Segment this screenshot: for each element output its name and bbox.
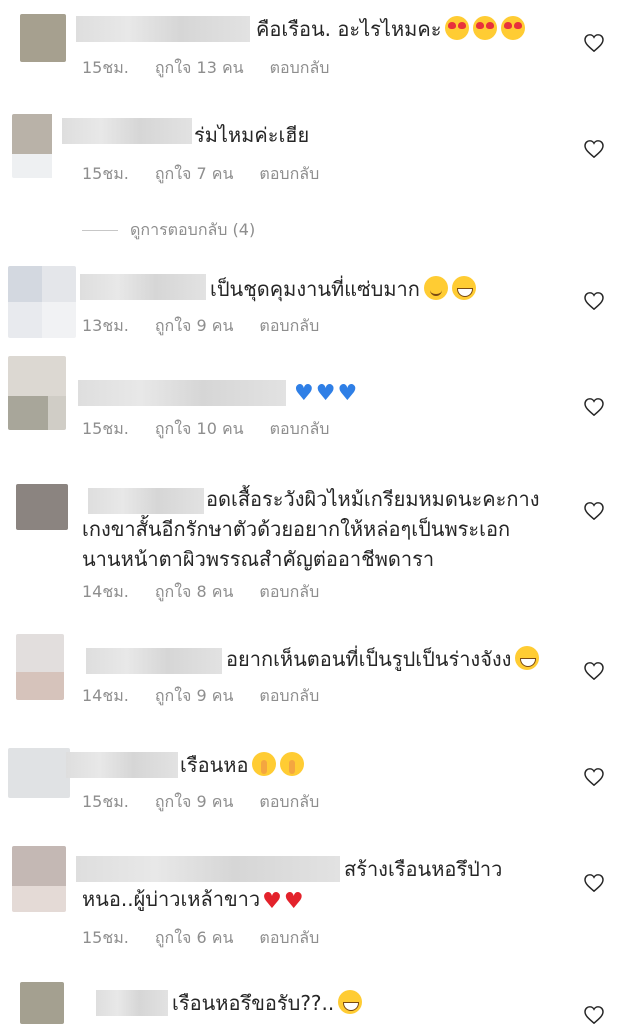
reply-button[interactable]: ตอบกลับ [259,164,319,183]
grin-emoji [338,990,363,1014]
comment-text: ♥♥♥ [292,376,357,409]
comment-time: 15ชม. [82,419,129,438]
comment-text: อยากเห็นตอนที่เป็นรูปเป็นร่างจังง [226,644,540,674]
redacted-username [76,16,250,42]
comment-likes[interactable]: ถูกใจ 10 คน [155,419,244,438]
shushing-emoji [252,752,277,776]
avatar[interactable] [8,356,66,430]
avatar[interactable] [16,634,64,700]
heart-outline-icon[interactable] [584,502,604,521]
comment-meta: 14ชม. ถูกใจ 9 คน ตอบกลับ [82,684,345,709]
comment-time: 15ชม. [82,928,129,947]
reply-button[interactable]: ตอบกลับ [270,58,330,77]
blue-heart-emoji: ♥ [315,381,336,406]
comment-time: 14ชม. [82,686,129,705]
reply-button[interactable]: ตอบกลับ [259,686,319,705]
comment-text: เกงขาสั้นอีกรักษาตัวด้วยอยากให้หล่อๆเป็น… [82,517,511,541]
heart-eyes-emoji [473,16,498,40]
comment-text: คือเรือน. อะไรไหมคะ [256,14,526,44]
comment-likes[interactable]: ถูกใจ 9 คน [155,316,234,335]
comment-meta: 15ชม. ถูกใจ 7 คน ตอบกลับ [82,162,345,187]
comment-likes[interactable]: ถูกใจ 9 คน [155,686,234,705]
comment-meta: 14ชม. ถูกใจ 8 คน ตอบกลับ [82,580,345,605]
view-replies-label[interactable]: ดูการตอบกลับ (4) [130,220,255,239]
comment-text: เรือนหอรึขอรับ??.. [172,988,363,1018]
heart-outline-icon[interactable] [584,768,604,787]
comment-text: หนอ..ผู้บ่าวเหล้าขาว♥♥ [82,884,304,917]
comment-meta: 15ชม. ถูกใจ 9 คน ตอบกลับ [82,790,345,815]
smile-emoji [423,276,448,300]
avatar[interactable] [20,14,66,62]
heart-outline-icon[interactable] [584,662,604,681]
grin-emoji [515,646,540,670]
comment-meta: 15ชม. ถูกใจ 6 คน ตอบกลับ [82,926,345,951]
avatar[interactable] [16,484,68,530]
redacted-username [76,856,340,882]
redacted-username [66,752,178,778]
comment-text: เรือนหอ [180,750,305,780]
heart-outline-icon[interactable] [584,874,604,893]
comment-text: สร้างเรือนหอรึป่าว [344,857,503,881]
comment-likes[interactable]: ถูกใจ 13 คน [155,58,244,77]
comment-time: 15ชม. [82,792,129,811]
avatar[interactable] [8,266,76,338]
heart-outline-icon[interactable] [584,1006,604,1024]
red-heart-emoji: ♥ [262,889,282,914]
red-heart-emoji: ♥ [283,889,304,914]
comment-text: ร่มไหมค่ะเฮีย [194,123,310,147]
view-replies-button[interactable]: ดูการตอบกลับ (4) [82,218,255,243]
grin-emoji [451,276,476,300]
redacted-username [88,488,204,514]
redacted-username [80,274,206,300]
avatar[interactable] [12,114,64,178]
heart-eyes-emoji [445,16,470,40]
comment-text: เป็นชุดคุมงานที่แซ่บมาก [210,274,476,304]
redacted-username [78,380,286,406]
comment-time: 14ชม. [82,582,129,601]
comment-text: นานหน้าตาผิวพรรณสำคัญต่ออาชีพดารา [82,547,435,571]
comment-meta: 13ชม. ถูกใจ 9 คน ตอบกลับ [82,314,345,339]
avatar[interactable] [8,748,70,798]
comment-likes[interactable]: ถูกใจ 6 คน [155,928,234,947]
redacted-username [86,648,222,674]
comment-meta: 15ชม. ถูกใจ 13 คน ตอบกลับ [82,56,355,81]
heart-outline-icon[interactable] [584,34,604,53]
divider-line [82,230,118,231]
comment-time: 15ชม. [82,58,129,77]
shushing-emoji [280,752,305,776]
blue-heart-emoji: ♥ [294,381,314,406]
comment-text: อดเสื้อระวังผิวไหม้เกรียมหมดนะคะกาง [206,487,540,511]
comment-meta: 15ชม. ถูกใจ 10 คน ตอบกลับ [82,417,355,442]
comment-time: 15ชม. [82,164,129,183]
redacted-username [96,990,168,1016]
reply-button[interactable]: ตอบกลับ [259,316,319,335]
heart-outline-icon[interactable] [584,292,604,311]
heart-outline-icon[interactable] [584,140,604,159]
reply-button[interactable]: ตอบกลับ [270,419,330,438]
comment-likes[interactable]: ถูกใจ 9 คน [155,792,234,811]
reply-button[interactable]: ตอบกลับ [259,792,319,811]
comment-likes[interactable]: ถูกใจ 7 คน [155,164,234,183]
avatar[interactable] [12,846,66,912]
heart-eyes-emoji [501,16,526,40]
reply-button[interactable]: ตอบกลับ [259,928,319,947]
reply-button[interactable]: ตอบกลับ [259,582,319,601]
comment-time: 13ชม. [82,316,129,335]
heart-outline-icon[interactable] [584,398,604,417]
comment-likes[interactable]: ถูกใจ 8 คน [155,582,234,601]
redacted-username [62,118,192,144]
avatar[interactable] [20,982,64,1024]
blue-heart-emoji: ♥ [337,381,358,406]
